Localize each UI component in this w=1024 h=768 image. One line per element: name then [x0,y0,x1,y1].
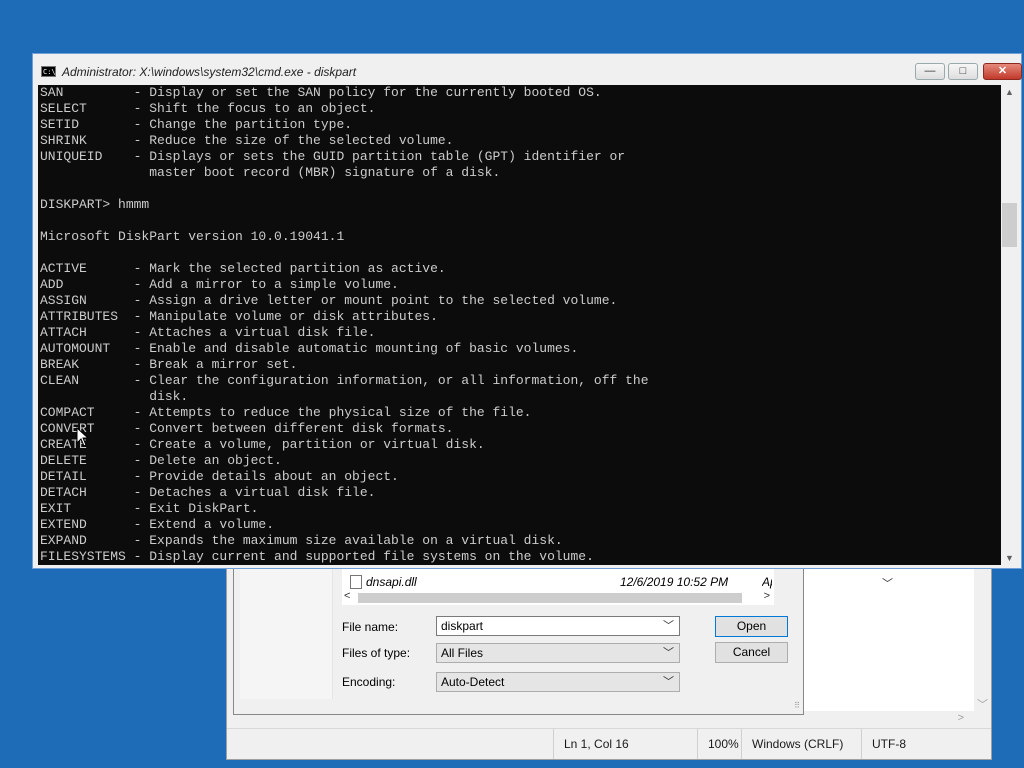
notepad-vertical-scrollbar[interactable]: ﹀ [974,561,991,721]
resize-grip-icon[interactable]: ⠿ [794,701,800,710]
open-button[interactable]: Open [715,616,788,637]
console-line: COMPACT - Attempts to reduce the physica… [40,405,532,420]
console-line: DISKPART> hmmm [40,197,150,212]
scroll-up-icon[interactable]: ▲ [1005,87,1014,97]
console-line: FILESYSTEMS - Display current and suppor… [40,549,594,564]
console-line: EXIT - Exit DiskPart. [40,501,259,516]
scroll-thumb[interactable] [358,593,742,603]
file-type: Ap [762,575,772,589]
maximize-button[interactable]: □ [948,63,978,80]
console-line: DETACH - Detaches a virtual disk file. [40,485,376,500]
status-line-ending: Windows (CRLF) [741,729,861,759]
console-line: ASSIGN - Assign a drive letter or mount … [40,293,618,308]
console-line: BREAK - Break a mirror set. [40,357,298,372]
console-output[interactable]: SAN - Display or set the SAN policy for … [38,85,1001,565]
console-line: SELECT - Shift the focus to an object. [40,101,376,116]
console-line: ADD - Add a mirror to a simple volume. [40,277,399,292]
chevron-down-icon[interactable]: ﹀ [663,673,674,691]
file-name-field[interactable]: diskpart ﹀ [436,616,680,636]
open-file-dialog: dnsapi.dll 12/6/2019 10:52 PM Ap ﹀ < > F… [233,560,893,715]
console-line: DETAIL - Provide details about an object… [40,469,399,484]
console-line: CREATE - Create a volume, partition or v… [40,437,485,452]
scroll-right-icon[interactable]: > [958,712,964,724]
encoding-value: Auto-Detect [441,675,505,689]
console-icon: C:\ [41,66,56,77]
files-of-type-value: All Files [441,646,484,660]
status-encoding: UTF-8 [861,729,971,759]
console-line: EXPAND - Expands the maximum size availa… [40,533,563,548]
title-bar[interactable]: C:\ Administrator: X:\windows\system32\c… [33,54,1022,85]
list-scroll-down-icon[interactable]: ﹀ [882,575,893,591]
console-line: ATTRIBUTES - Manipulate volume or disk a… [40,309,438,324]
chevron-down-icon[interactable]: ﹀ [663,644,674,662]
encoding-label: Encoding: [342,675,396,689]
files-of-type-select[interactable]: All Files ﹀ [436,643,680,663]
console-line: SAN - Display or set the SAN policy for … [40,85,602,100]
cmd-window: C:\ Administrator: X:\windows\system32\c… [32,53,1022,569]
scroll-thumb[interactable] [1002,203,1017,247]
file-list-horizontal-scrollbar[interactable]: < > [342,590,774,605]
console-line: DELETE - Delete an object. [40,453,282,468]
console-line: Microsoft DiskPart version 10.0.19041.1 [40,229,345,244]
cancel-button[interactable]: Cancel [715,642,788,663]
console-line: CONVERT - Convert between different disk… [40,421,454,436]
file-name-label: File name: [342,620,399,634]
console-line: EXTEND - Extend a volume. [40,517,275,532]
console-text: SAN - Display or set the SAN policy for … [38,85,1001,565]
minimize-button[interactable]: — [915,63,945,80]
mouse-cursor-icon [76,427,90,447]
console-line: master boot record (MBR) signature of a … [40,165,501,180]
console-vertical-scrollbar[interactable]: ▲ ▼ [1001,85,1018,565]
console-line: UNIQUEID - Displays or sets the GUID par… [40,149,626,164]
window-title: Administrator: X:\windows\system32\cmd.e… [62,65,357,79]
scroll-left-icon[interactable]: < [344,590,350,602]
scroll-down-icon[interactable]: ▼ [1005,553,1014,563]
file-date: 12/6/2019 10:52 PM [620,575,729,589]
file-name-value: diskpart [441,619,484,633]
notepad-status-bar: Ln 1, Col 16 100% Windows (CRLF) UTF-8 [227,728,991,759]
console-line: disk. [40,389,189,404]
scroll-right-icon[interactable]: > [764,590,770,602]
file-list-item[interactable]: dnsapi.dll [350,574,417,590]
file-name: dnsapi.dll [366,575,417,589]
console-line: ATTACH - Attaches a virtual disk file. [40,325,376,340]
console-line: SHRINK - Reduce the size of the selected… [40,133,454,148]
status-position: Ln 1, Col 16 [553,729,697,759]
close-button[interactable]: ✕ [983,63,1022,80]
scroll-down-icon[interactable]: ﹀ [977,696,988,712]
navigation-pane[interactable] [240,561,333,699]
console-line: ACTIVE - Mark the selected partition as … [40,261,446,276]
console-line: CLEAN - Clear the configuration informat… [40,373,649,388]
file-icon [350,574,362,589]
status-zoom: 100% [697,729,747,759]
chevron-down-icon[interactable]: ﹀ [663,617,674,635]
files-of-type-label: Files of type: [342,646,411,660]
console-line: AUTOMOUNT - Enable and disable automatic… [40,341,579,356]
encoding-select[interactable]: Auto-Detect ﹀ [436,672,680,692]
console-line: SETID - Change the partition type. [40,117,353,132]
